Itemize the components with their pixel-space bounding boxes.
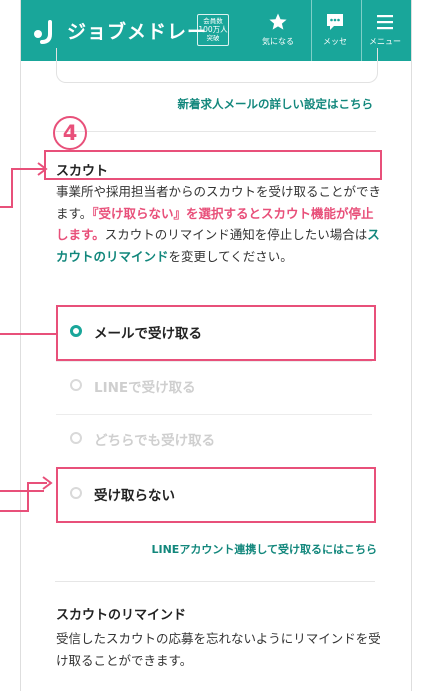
new-jobs-mail-settings-link[interactable]: 新着求人メールの詳しい設定はこちら	[178, 96, 374, 112]
option-label: LINEで受け取る	[94, 380, 196, 396]
option-receive-by-line: LINEで受け取る	[56, 361, 372, 411]
section-divider	[56, 131, 376, 132]
step-number-badge: 4	[53, 116, 87, 150]
line-account-link[interactable]: LINEアカウント連携して受け取るにはこちら	[152, 541, 378, 557]
scout-desc-part-3: を変更してください。	[168, 248, 293, 264]
star-icon	[269, 13, 287, 30]
member-count-badge: 会員数 100万人 突破	[197, 14, 229, 46]
option-receive-both: どちらでも受け取る	[56, 414, 372, 464]
radio-disabled-icon	[70, 432, 82, 444]
annotation-box-mail-option	[56, 305, 376, 361]
logo-icon[interactable]	[33, 20, 57, 44]
annotation-box-no-receive-option	[56, 467, 376, 523]
nav-menu-label: メニュー	[369, 37, 401, 46]
badge-line-2: 100万人	[198, 24, 228, 34]
menu-icon	[377, 15, 393, 30]
logo-text[interactable]: ジョブメドレー	[67, 17, 207, 44]
annotation-connector	[11, 168, 13, 208]
annotation-box-scout-title	[44, 150, 382, 180]
badge-line-3: 突破	[206, 34, 220, 42]
nav-messages-label: メッセ	[323, 37, 347, 46]
reminder-description: 受信したスカウトの応募を忘れないようにリマインドを受け取ることができます。	[56, 631, 381, 668]
reminder-section-title: スカウトのリマインド	[56, 608, 187, 623]
annotation-connector	[0, 490, 44, 492]
option-label: どちらでも受け取る	[94, 433, 216, 449]
scout-description: 事業所や採用担当者からのスカウトを受け取ることができます。『受け取らない』を選択…	[56, 181, 386, 267]
radio-disabled-icon	[70, 379, 82, 391]
annotation-arrow-icon	[42, 476, 53, 490]
section-divider	[55, 581, 375, 582]
annotation-connector	[0, 333, 56, 335]
scout-desc-part-2: スカウトのリマインド通知を停止したい場合は	[104, 227, 368, 242]
previous-card	[56, 48, 378, 83]
nav-favorites-label: 気になる	[262, 37, 294, 46]
annotation-arrow-icon	[37, 162, 48, 176]
annotation-connector	[27, 482, 29, 512]
annotation-connector	[0, 510, 28, 512]
chat-icon	[327, 14, 343, 30]
